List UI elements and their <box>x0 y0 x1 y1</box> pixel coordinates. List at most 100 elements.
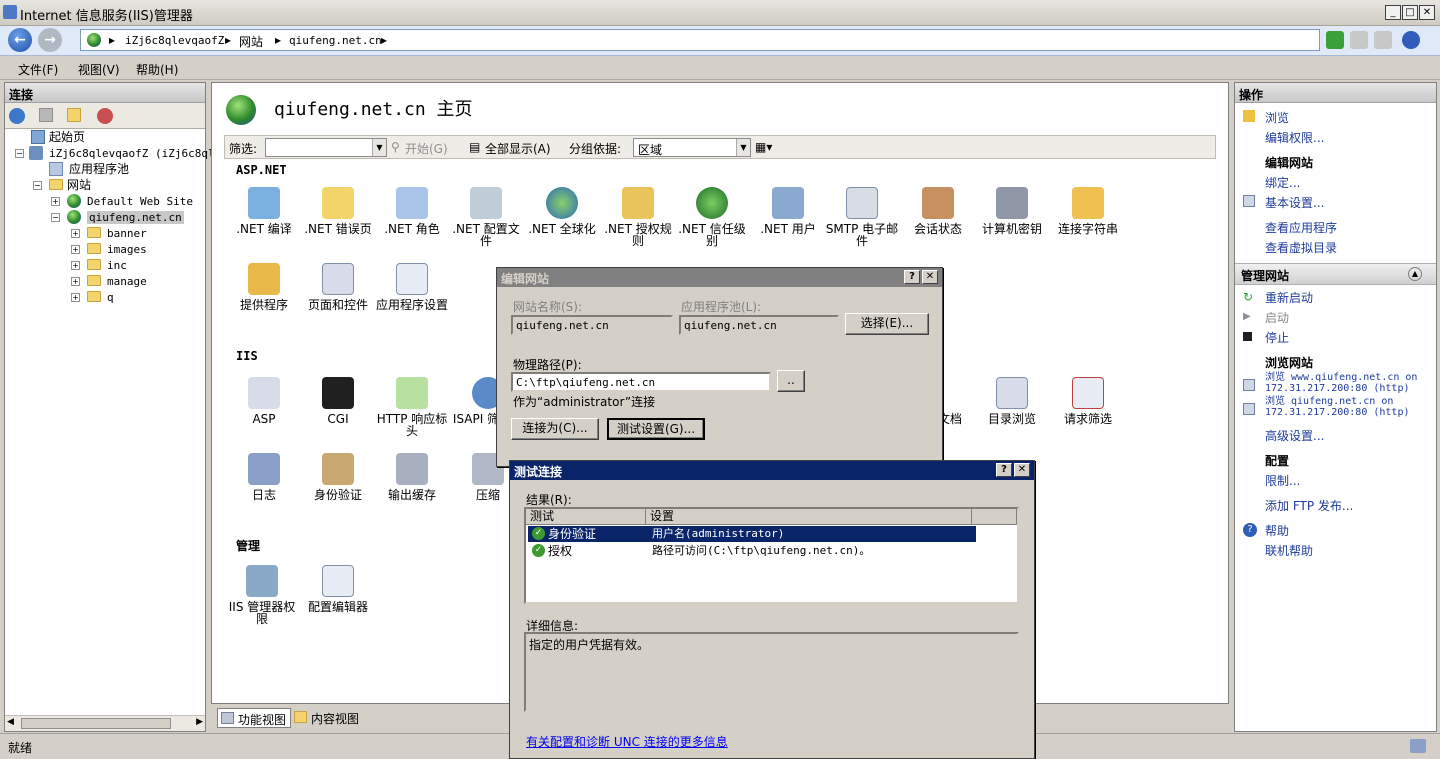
app-pool-field[interactable]: qiufeng.net.cn <box>679 315 839 335</box>
expand-server-icon[interactable]: − <box>15 149 24 158</box>
feature-authentication[interactable]: 身份验证 <box>300 453 376 501</box>
tree-folder-banner[interactable]: banner <box>87 225 147 241</box>
refresh-icon[interactable] <box>1326 31 1344 49</box>
show-all-button[interactable]: 全部显示(A) <box>485 140 551 157</box>
action-browse-www[interactable]: 浏览 www.qiufeng.net.cn on 172.31.217.200:… <box>1265 372 1435 394</box>
tree-app-pools[interactable]: 应用程序池 <box>49 161 129 177</box>
action-bindings[interactable]: 绑定... <box>1265 174 1300 191</box>
column-setting-header[interactable]: 设置 <box>646 509 972 525</box>
more-info-link[interactable]: 有关配置和诊断 UNC 连接的更多信息 <box>526 733 728 750</box>
address-field[interactable]: ▸ iZj6c8qlevqaofZ ▸ 网站 ▸ qiufeng.net.cn … <box>80 29 1320 51</box>
up-folder-icon[interactable] <box>67 108 81 122</box>
column-test-header[interactable]: 测试 <box>526 509 646 525</box>
feature-pages-controls[interactable]: 页面和控件 <box>300 263 376 311</box>
feature-machine-key[interactable]: 计算机密钥 <box>974 187 1050 235</box>
action-view-applications[interactable]: 查看应用程序 <box>1265 219 1337 236</box>
physical-path-field[interactable]: C:\ftp\qiufeng.net.cn <box>511 372 771 392</box>
tree-default-site[interactable]: Default Web Site <box>67 193 193 209</box>
connect-as-button[interactable]: 连接为(C)... <box>511 418 599 440</box>
scroll-thumb[interactable] <box>21 718 171 729</box>
details-field[interactable]: 指定的用户凭据有效。 <box>524 632 1019 712</box>
feature-providers[interactable]: 提供程序 <box>226 263 302 311</box>
feature-config-editor[interactable]: 配置编辑器 <box>300 565 376 613</box>
feature-net-globalization[interactable]: .NET 全球化 <box>524 187 600 235</box>
dialog-close-button[interactable]: ✕ <box>1014 463 1030 477</box>
help-icon[interactable] <box>1402 31 1420 49</box>
scroll-left-icon[interactable]: ◀ <box>7 717 14 727</box>
action-browse[interactable]: 浏览 <box>1265 109 1289 126</box>
view-mode-icon[interactable]: ▦▾ <box>755 140 772 154</box>
feature-net-profile[interactable]: .NET 配置文件 <box>448 187 524 247</box>
browse-path-button[interactable]: .. <box>777 370 805 392</box>
feature-net-users[interactable]: .NET 用户 <box>750 187 826 235</box>
expand-default-site-icon[interactable]: + <box>51 197 60 206</box>
feature-iis-manager-perms[interactable]: IIS 管理器权限 <box>224 565 300 625</box>
tree-server[interactable]: iZj6c8qlevqaofZ (iZj6c8qle <box>29 145 221 161</box>
collapse-icon[interactable]: ▲ <box>1408 267 1422 281</box>
site-name-field[interactable]: qiufeng.net.cn <box>511 315 673 335</box>
tree-folder-images[interactable]: images <box>87 241 147 257</box>
action-stop[interactable]: 停止 <box>1265 329 1289 346</box>
tree-site-selected[interactable]: qiufeng.net.cn <box>67 209 184 225</box>
feature-app-settings[interactable]: 应用程序设置 <box>374 263 450 311</box>
feature-net-trust[interactable]: .NET 信任级别 <box>674 187 750 247</box>
action-restart[interactable]: 重新启动 <box>1265 289 1313 306</box>
expand-folder-icon[interactable]: + <box>71 277 80 286</box>
save-icon[interactable] <box>39 108 53 122</box>
close-button[interactable]: ✕ <box>1419 5 1435 20</box>
expand-folder-icon[interactable]: + <box>71 261 80 270</box>
feature-request-filtering[interactable]: 请求筛选 <box>1050 377 1126 425</box>
feature-net-roles[interactable]: .NET 角色 <box>374 187 450 235</box>
feature-session-state[interactable]: 会话状态 <box>900 187 976 235</box>
feature-http-headers[interactable]: HTTP 响应标头 <box>374 377 450 437</box>
disconnect-icon[interactable] <box>97 108 113 124</box>
feature-net-authorization[interactable]: .NET 授权规则 <box>600 187 676 247</box>
tree-start-page[interactable]: 起始页 <box>31 129 85 145</box>
dialog-help-button[interactable]: ? <box>996 463 1012 477</box>
breadcrumb-sites[interactable]: 网站 <box>239 33 263 50</box>
action-edit-permissions[interactable]: 编辑权限... <box>1265 129 1324 146</box>
expand-folder-icon[interactable]: + <box>71 229 80 238</box>
minimize-button[interactable]: _ <box>1385 5 1401 20</box>
connect-icon[interactable] <box>9 108 25 124</box>
filter-start-button[interactable]: 开始(G) <box>405 140 448 157</box>
test-settings-button[interactable]: 测试设置(G)... <box>607 418 705 440</box>
group-by-select[interactable]: 区域 ▼ <box>633 138 751 157</box>
tree-folder-manage[interactable]: manage <box>87 273 147 289</box>
action-advanced-settings[interactable]: 高级设置... <box>1265 427 1324 444</box>
filter-input[interactable]: ▼ <box>265 138 387 157</box>
results-list[interactable]: 测试 设置 ✓ 身份验证 用户名(administrator) ✓ 授权 路径可… <box>524 507 1019 604</box>
feature-logging[interactable]: 日志 <box>226 453 302 501</box>
breadcrumb-server[interactable]: iZj6c8qlevqaofZ <box>125 34 224 47</box>
action-basic-settings[interactable]: 基本设置... <box>1265 194 1324 211</box>
content-view-button[interactable]: 内容视图 <box>291 708 363 728</box>
breadcrumb-site[interactable]: qiufeng.net.cn <box>289 34 382 47</box>
action-browse-bare[interactable]: 浏览 qiufeng.net.cn on 172.31.217.200:80 (… <box>1265 396 1435 418</box>
action-add-ftp[interactable]: 添加 FTP 发布... <box>1265 497 1353 514</box>
dialog-help-button[interactable]: ? <box>904 270 920 284</box>
home-icon[interactable] <box>1374 31 1392 49</box>
feature-directory-browsing[interactable]: 目录浏览 <box>974 377 1050 425</box>
expand-folder-icon[interactable]: + <box>71 245 80 254</box>
connections-scrollbar[interactable]: ◀ ▶ <box>5 715 205 731</box>
menu-help[interactable]: 帮助(H) <box>136 61 178 78</box>
back-button[interactable]: ← <box>8 28 32 52</box>
feature-net-compile[interactable]: .NET 编译 <box>226 187 302 235</box>
feature-connection-strings[interactable]: 连接字符串 <box>1050 187 1126 235</box>
dialog-close-button[interactable]: ✕ <box>922 270 938 284</box>
expand-sites-icon[interactable]: − <box>33 181 42 190</box>
table-row[interactable]: ✓ 授权 路径可访问(C:\ftp\qiufeng.net.cn)。 <box>528 543 976 559</box>
scroll-right-icon[interactable]: ▶ <box>196 717 203 727</box>
feature-output-cache[interactable]: 输出缓存 <box>374 453 450 501</box>
tree-folder-q[interactable]: q <box>87 289 114 305</box>
action-limits[interactable]: 限制... <box>1265 472 1300 489</box>
menu-file[interactable]: 文件(F) <box>18 61 58 78</box>
tree-folder-inc[interactable]: inc <box>87 257 127 273</box>
action-help[interactable]: 帮助 <box>1265 522 1289 539</box>
feature-cgi[interactable]: CGI <box>300 377 376 425</box>
table-row[interactable]: ✓ 身份验证 用户名(administrator) <box>528 526 976 542</box>
maximize-button[interactable]: □ <box>1402 5 1418 20</box>
action-online-help[interactable]: 联机帮助 <box>1265 542 1313 559</box>
expand-site-icon[interactable]: − <box>51 213 60 222</box>
action-view-virtual-dirs[interactable]: 查看虚拟目录 <box>1265 239 1337 256</box>
